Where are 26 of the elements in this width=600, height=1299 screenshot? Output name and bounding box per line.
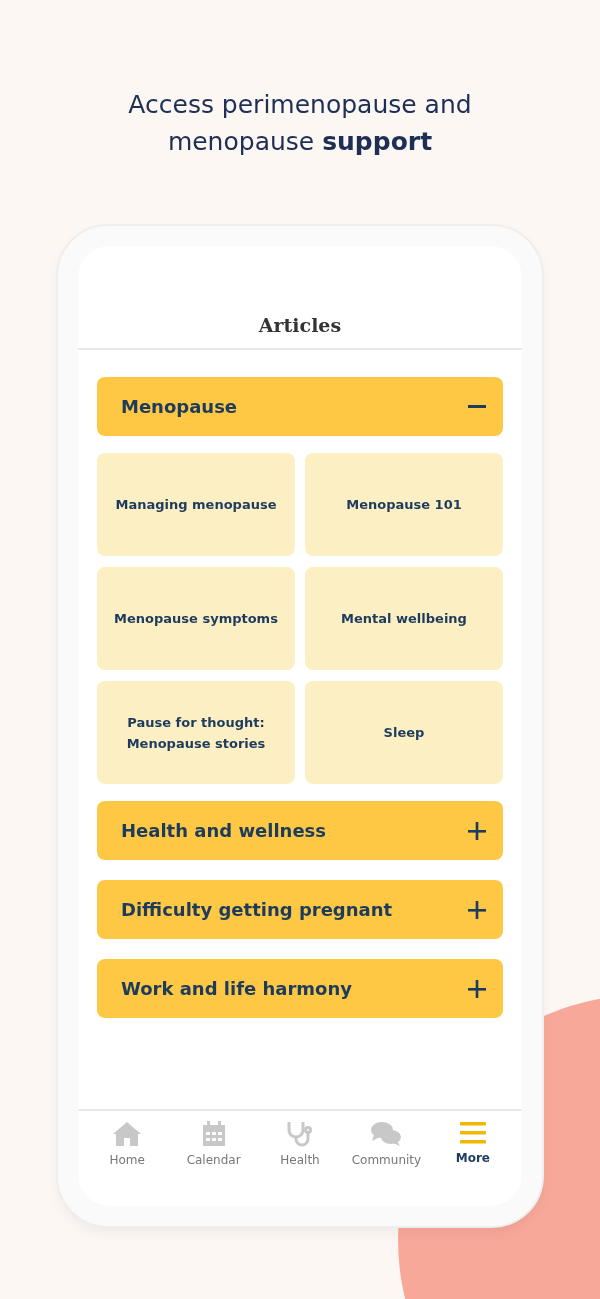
- article-tile[interactable]: Pause for thought: Menopause stories: [97, 681, 295, 784]
- article-tile[interactable]: Sleep: [305, 681, 503, 784]
- article-tile[interactable]: Managing menopause: [97, 453, 295, 556]
- chat-bubbles-icon: [370, 1121, 403, 1147]
- stethoscope-icon: [286, 1121, 314, 1147]
- screen-title: Articles: [258, 314, 342, 338]
- plus-icon: [467, 978, 487, 999]
- nav-tab[interactable]: More: [429, 1111, 517, 1206]
- accordion-header[interactable]: Menopause: [97, 377, 503, 436]
- nav-tab[interactable]: Calendar: [170, 1111, 257, 1206]
- nav-tab[interactable]: Community: [343, 1111, 430, 1206]
- home-icon: [112, 1121, 143, 1147]
- minus-icon: [468, 405, 486, 408]
- article-tile[interactable]: Menopause symptoms: [97, 567, 295, 670]
- plus-icon: [467, 899, 487, 920]
- article-tile[interactable]: Mental wellbeing: [305, 567, 503, 670]
- article-tile[interactable]: Menopause 101: [305, 453, 503, 556]
- plus-icon: [467, 820, 487, 841]
- accordion-header[interactable]: Work and life harmony: [97, 959, 503, 1018]
- nav-tab[interactable]: Home: [84, 1111, 171, 1206]
- calendar-icon: [201, 1121, 226, 1147]
- menu-icon: [459, 1121, 486, 1145]
- nav-tab[interactable]: Health: [256, 1111, 344, 1206]
- accordion-header[interactable]: Health and wellness: [97, 801, 503, 860]
- headline: Access perimenopause and menopause support: [127, 89, 473, 158]
- accordion-header[interactable]: Difficulty getting pregnant: [97, 880, 503, 939]
